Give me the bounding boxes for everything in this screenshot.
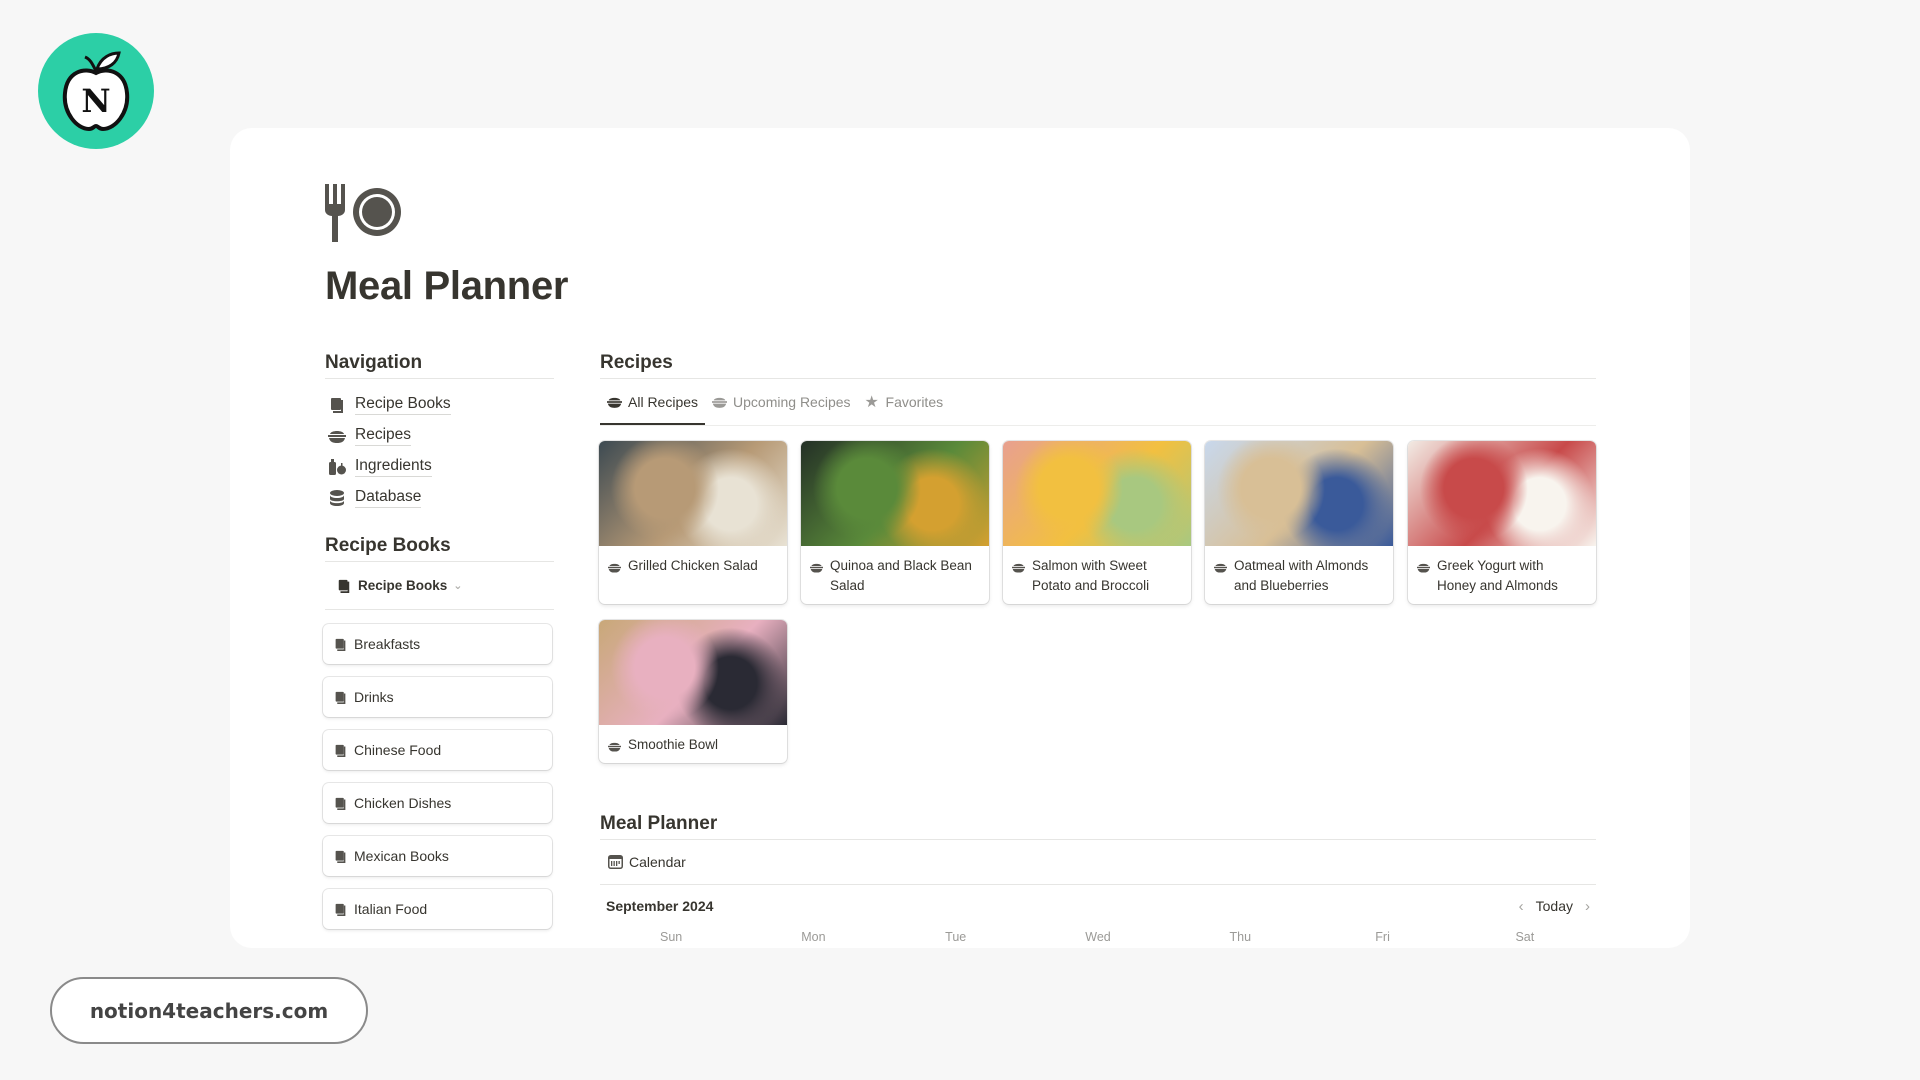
weekday-label: Thu	[1229, 930, 1252, 944]
chevron-right-icon[interactable]: ›	[1585, 898, 1590, 915]
bowl-icon	[810, 559, 823, 573]
bowl-icon	[608, 738, 621, 752]
navigation-list: Recipe Books Recipes Ingredients Databas…	[325, 379, 554, 513]
bowl-icon	[608, 559, 621, 573]
book-icon	[334, 797, 347, 810]
today-button[interactable]: Today	[1536, 898, 1573, 914]
bowl-icon	[1417, 559, 1430, 573]
nav-item-recipes[interactable]: Recipes	[325, 420, 554, 451]
quinoa-salad-photo	[801, 441, 989, 546]
weekday-label: Mon	[801, 930, 826, 944]
weekday-label: Fri	[1375, 930, 1390, 944]
calendar-header: September 2024 ‹ Today ›	[600, 885, 1596, 927]
website-link[interactable]: notion4teachers.com	[50, 977, 368, 1044]
divider	[325, 609, 554, 610]
tab-favorites[interactable]: ★ Favorites	[858, 379, 951, 425]
book-card-breakfasts[interactable]: Breakfasts	[323, 624, 552, 664]
chevron-down-icon: ⌄	[453, 580, 463, 592]
meal-planner-heading: Meal Planner	[600, 813, 718, 834]
nav-item-ingredients[interactable]: Ingredients	[325, 451, 554, 482]
bowl-icon	[712, 395, 728, 410]
book-icon	[334, 903, 347, 916]
fork-and-plate-icon	[325, 184, 405, 244]
notion-page-panel: Meal Planner Navigation Recipe Books Rec…	[230, 128, 1690, 948]
book-icon	[337, 579, 351, 593]
book-icon	[328, 396, 346, 414]
bowl-icon	[1214, 559, 1227, 573]
book-icon	[334, 638, 347, 651]
tab-calendar[interactable]: Calendar	[600, 840, 1596, 884]
recipe-books-list: Breakfasts Drinks Chinese Food Chicken D…	[323, 624, 554, 929]
recipe-books-heading: Recipe Books	[325, 535, 451, 556]
book-card-mexican-books[interactable]: Mexican Books	[323, 836, 552, 876]
weekday-label: Tue	[945, 930, 967, 944]
recipe-books-view-selector[interactable]: Recipe Books ⌄	[325, 562, 554, 609]
view-selector-label: Recipe Books	[358, 578, 448, 593]
recipes-view-tabs: All Recipes Upcoming Recipes ★ Favorites	[600, 379, 1596, 425]
tab-all-recipes[interactable]: All Recipes	[600, 379, 706, 425]
star-icon: ★	[864, 393, 879, 411]
apple-logo-icon: N	[62, 51, 130, 132]
page-title: Meal Planner	[325, 264, 569, 308]
recipes-gallery: Grilled Chicken Salad Quinoa and Black B…	[599, 426, 1596, 801]
calendar-navigation: ‹ Today ›	[1519, 898, 1590, 915]
grilled-chicken-salad-photo	[599, 441, 787, 546]
book-card-chicken-dishes[interactable]: Chicken Dishes	[323, 783, 552, 823]
bowl-icon	[1012, 559, 1025, 573]
tab-upcoming-recipes[interactable]: Upcoming Recipes	[705, 379, 858, 425]
oatmeal-photo	[1205, 441, 1393, 546]
book-icon	[334, 850, 347, 863]
chevron-left-icon[interactable]: ‹	[1519, 898, 1524, 915]
salmon-bowl-photo	[1003, 441, 1191, 546]
svg-text:N: N	[81, 82, 110, 120]
weekday-label: Sun	[660, 930, 683, 944]
recipe-card[interactable]: Quinoa and Black Bean Salad	[801, 441, 989, 604]
berry-smoothie-photo	[599, 620, 787, 725]
calendar-month: September 2024	[606, 898, 714, 914]
recipe-card[interactable]: Smoothie Bowl	[599, 620, 787, 763]
database-icon	[328, 489, 346, 507]
book-card-drinks[interactable]: Drinks	[323, 677, 552, 717]
book-icon	[334, 744, 347, 757]
recipe-card[interactable]: Oatmeal with Almonds and Blueberries	[1205, 441, 1393, 604]
bowl-icon	[607, 395, 622, 410]
navigation-heading: Navigation	[325, 352, 423, 373]
recipe-card[interactable]: Grilled Chicken Salad	[599, 441, 787, 604]
notion4teachers-logo: N	[38, 33, 154, 149]
nav-item-recipe-books[interactable]: Recipe Books	[325, 389, 554, 420]
recipes-heading: Recipes	[600, 352, 673, 373]
calendar-weekdays: Sun Mon Tue Wed Thu Fri Sat	[600, 927, 1596, 948]
left-column: Navigation Recipe Books Recipes Ingredie…	[323, 348, 554, 929]
bowl-icon	[328, 427, 346, 445]
recipe-card[interactable]: Greek Yogurt with Honey and Almonds	[1408, 441, 1596, 604]
calendar-icon	[608, 854, 623, 870]
weekday-label: Wed	[1085, 930, 1111, 944]
book-card-chinese-food[interactable]: Chinese Food	[323, 730, 552, 770]
recipe-card[interactable]: Salmon with Sweet Potato and Broccoli	[1003, 441, 1191, 604]
weekday-label: Sat	[1515, 930, 1535, 944]
nav-item-database[interactable]: Database	[325, 482, 554, 513]
right-column: Recipes All Recipes Upcoming Recipes ★ F…	[599, 348, 1596, 948]
ingredients-icon	[328, 458, 346, 476]
book-icon	[334, 691, 347, 704]
book-card-italian-food[interactable]: Italian Food	[323, 889, 552, 929]
greek-yogurt-parfait-photo	[1408, 441, 1596, 546]
